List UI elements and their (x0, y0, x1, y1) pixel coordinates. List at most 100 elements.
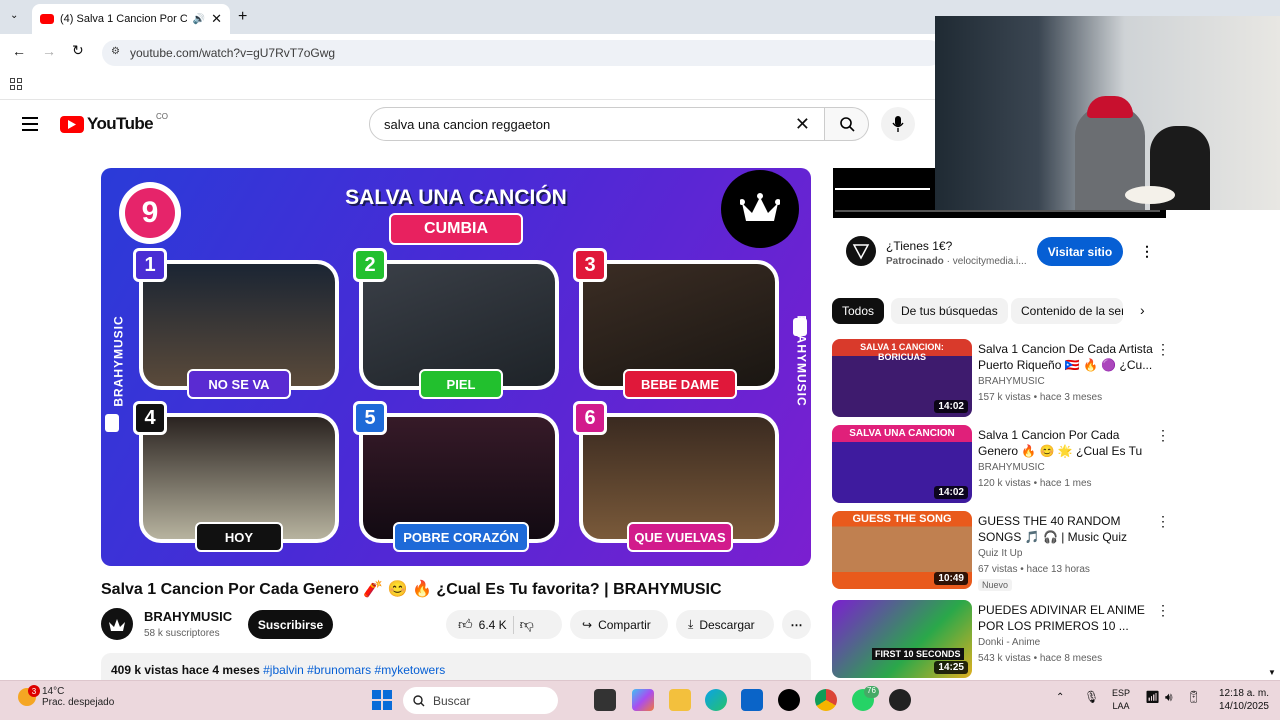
recommendation-title[interactable]: GUESS THE 40 RANDOM SONGS 🎵 🎧 | Music Qu… (978, 513, 1154, 545)
side-watermark-left: BRAHYMUSIC (111, 315, 126, 407)
webcam-overlay (935, 16, 1280, 210)
recommendation-channel[interactable]: Quiz It Up (978, 548, 1022, 559)
chip-all[interactable]: Todos (832, 298, 885, 324)
browser-tab[interactable]: (4) Salva 1 Cancion Por Cada Genero 🔊 ✕ (32, 4, 230, 34)
recommendation-title[interactable]: PUEDES ADIVINAR EL ANIME POR LOS PRIMERO… (978, 602, 1154, 634)
video-player[interactable]: 9 SALVA UNA CANCIÓN CUMBIA BRAHYMUSIC BR… (101, 168, 811, 566)
youtube-logo-text: YouTube (87, 114, 154, 133)
download-button[interactable]: ⤓ Descargar (676, 610, 774, 639)
recommendation-thumbnail[interactable]: GUESS THE SONG 10:49 (832, 511, 972, 589)
url-field[interactable]: ⚙ youtube.com/watch?v=gU7RvT7oGwg (102, 40, 942, 66)
weather-condition: Prac. despejado (42, 697, 115, 708)
thumbnail-text: SALVA UNA CANCION (849, 428, 955, 439)
visit-site-button[interactable]: Visitar sitio (1037, 237, 1123, 266)
task-view-icon[interactable] (594, 689, 616, 711)
tab-title: (4) Salva 1 Cancion Por Cada Genero (60, 13, 187, 25)
back-arrow-icon[interactable]: ← (12, 43, 26, 59)
battery-icon[interactable]: 🔋︎ (1186, 690, 1201, 704)
recommendation-channel[interactable]: BRAHYMUSIC (978, 376, 1045, 387)
channel-name[interactable]: BRAHYMUSIC (144, 609, 232, 624)
crown-logo-icon (721, 170, 799, 248)
thumbnail-text: FIRST 10 SECONDS (872, 648, 964, 660)
song-number-6: 6 (573, 401, 607, 435)
scrollbar-down-arrow[interactable]: ▼ (1268, 668, 1276, 677)
site-info-icon[interactable]: ⚙ (111, 46, 120, 57)
apps-icon[interactable] (10, 78, 22, 90)
recommendation-title[interactable]: Salva 1 Cancion Por Cada Genero 🔥 😊 🌟 ¿C… (978, 427, 1154, 459)
share-button[interactable]: ↪ Compartir (570, 610, 668, 639)
youtube-favicon-icon (40, 14, 54, 24)
list-number: 9 (125, 188, 175, 238)
recommendation-item[interactable]: SALVA 1 CANCION: BORICUAS 14:02 Salva 1 … (832, 339, 1172, 419)
clear-search-icon[interactable]: ✕ (795, 114, 810, 135)
advertiser-icon[interactable] (846, 236, 876, 266)
scroll-down-icon (793, 318, 807, 336)
list-number-badge: 9 (119, 182, 181, 244)
weather-widget[interactable]: 14°C Prac. despejado (42, 686, 114, 708)
audio-icon[interactable]: 🔊 (193, 14, 205, 25)
youtube-play-icon (60, 115, 84, 133)
edge-icon[interactable] (705, 689, 727, 711)
search-button[interactable] (825, 107, 869, 141)
more-options-icon[interactable]: ⋮ (1156, 602, 1170, 619)
microphone-tray-icon[interactable]: 🎙︎ (1084, 690, 1099, 704)
more-options-icon[interactable]: ⋮ (1156, 427, 1170, 444)
tab-close-icon[interactable]: ✕ (211, 11, 222, 27)
recommendation-channel[interactable]: Donki - Anime (978, 637, 1040, 648)
video-duration: 14:02 (934, 400, 968, 413)
menu-icon[interactable] (22, 117, 38, 131)
search-input[interactable]: salva una cancion reggaeton ✕ (369, 107, 825, 141)
channel-avatar[interactable] (101, 608, 133, 640)
language-indicator[interactable]: ESP LAA (1112, 687, 1130, 713)
clock[interactable]: 12:18 a. m. 14/10/2025 (1215, 687, 1269, 713)
voice-search-button[interactable] (881, 107, 915, 141)
forward-arrow-icon[interactable]: → (42, 43, 56, 59)
thumbnail-text: SALVA 1 CANCION: BORICUAS (860, 342, 944, 362)
thumbs-down-icon[interactable]: 👎︎ (520, 616, 534, 633)
share-icon: ↪ (582, 617, 593, 632)
more-actions-button[interactable]: ⋯ (782, 610, 811, 639)
more-options-icon[interactable]: ⋮ (1156, 341, 1170, 358)
recommendation-meta: 543 k vistas • hace 8 meses (978, 653, 1103, 664)
chevron-right-icon[interactable]: › (1140, 302, 1145, 318)
youtube-logo[interactable]: YouTube CO (60, 112, 168, 134)
thumbnail-heading: SALVA UNA CANCIÓN (345, 186, 567, 209)
taskbar-search[interactable]: Buscar (403, 687, 558, 714)
weather-badge: 3 (28, 685, 40, 697)
volume-icon[interactable]: 🔊︎ (1165, 690, 1173, 705)
recommendation-item[interactable]: SALVA UNA CANCION 14:02 Salva 1 Cancion … (832, 425, 1172, 505)
like-button[interactable]: 👍︎ 6.4 K (458, 616, 507, 633)
recommendation-thumbnail[interactable]: FIRST 10 SECONDS 14:25 (832, 600, 972, 678)
more-options-icon[interactable]: ⋮ (1156, 513, 1170, 530)
hashtags[interactable]: #jbalvin #brunomars #myketowers (263, 663, 445, 677)
chip-from-searches[interactable]: De tus búsquedas (891, 298, 1008, 324)
recommendation-thumbnail[interactable]: SALVA 1 CANCION: BORICUAS 14:02 (832, 339, 972, 417)
app-icon[interactable] (889, 689, 911, 711)
genre-label: CUMBIA (389, 213, 523, 245)
chip-series-content[interactable]: Contenido de la ser (1011, 298, 1123, 324)
song-label-3: BEBE DAME (623, 369, 737, 399)
outlook-icon[interactable] (741, 689, 763, 711)
ad-title[interactable]: ¿Tienes 1€? (886, 239, 952, 253)
tray-chevron-icon[interactable]: ⌃ (1056, 692, 1064, 703)
tab-list-icon[interactable]: ⌄ (10, 10, 18, 21)
recommendation-item[interactable]: FIRST 10 SECONDS 14:25 PUEDES ADIVINAR E… (832, 600, 1172, 680)
video-duration: 14:25 (934, 661, 968, 674)
song-number-3: 3 (573, 248, 607, 282)
whatsapp-badge: 76 (864, 686, 879, 698)
new-tab-button[interactable]: + (238, 8, 247, 26)
recommendation-title[interactable]: Salva 1 Cancion De Cada Artista Puerto R… (978, 341, 1154, 373)
ad-more-icon[interactable]: ⋮ (1140, 243, 1154, 260)
recommendation-channel[interactable]: BRAHYMUSIC (978, 462, 1045, 473)
windows-start-icon[interactable] (372, 690, 392, 710)
subscribe-button[interactable]: Suscribirse (248, 610, 333, 639)
copilot-icon[interactable] (632, 689, 654, 711)
tiktok-icon[interactable] (778, 689, 800, 711)
reload-icon[interactable]: ↻ (72, 42, 84, 59)
recommendation-thumbnail[interactable]: SALVA UNA CANCION 14:02 (832, 425, 972, 503)
download-label: Descargar (699, 617, 755, 632)
file-explorer-icon[interactable] (669, 689, 691, 711)
chrome-icon[interactable] (815, 689, 837, 711)
wifi-icon[interactable]: 📶︎ (1145, 690, 1160, 704)
recommendation-item[interactable]: GUESS THE SONG 10:49 GUESS THE 40 RANDOM… (832, 511, 1172, 591)
